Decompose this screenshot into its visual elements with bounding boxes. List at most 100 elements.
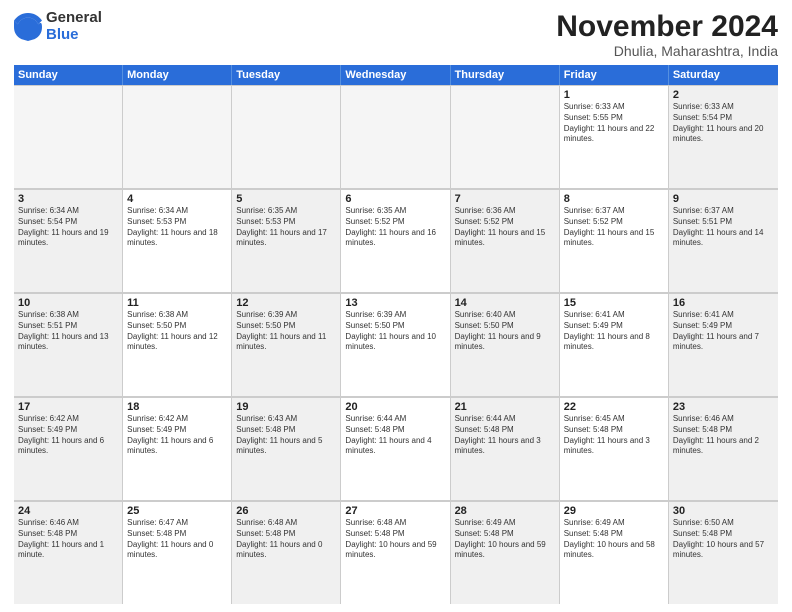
day-number: 5 [236,193,336,205]
day-header-tuesday: Tuesday [232,65,341,85]
day-info: Sunrise: 6:50 AM Sunset: 5:48 PM Dayligh… [673,518,774,561]
calendar-cell: 25Sunrise: 6:47 AM Sunset: 5:48 PM Dayli… [123,502,232,604]
logo-text: General Blue [46,10,102,43]
logo-general-text: General [46,10,102,27]
calendar-cell [451,86,560,188]
calendar-cell: 23Sunrise: 6:46 AM Sunset: 5:48 PM Dayli… [669,398,778,500]
calendar-row-3: 10Sunrise: 6:38 AM Sunset: 5:51 PM Dayli… [14,293,778,397]
calendar-row-2: 3Sunrise: 6:34 AM Sunset: 5:54 PM Daylig… [14,189,778,293]
calendar-header: SundayMondayTuesdayWednesdayThursdayFrid… [14,65,778,85]
day-info: Sunrise: 6:37 AM Sunset: 5:52 PM Dayligh… [564,206,664,249]
calendar-row-1: 1Sunrise: 6:33 AM Sunset: 5:55 PM Daylig… [14,85,778,189]
calendar-cell: 9Sunrise: 6:37 AM Sunset: 5:51 PM Daylig… [669,190,778,292]
calendar-cell: 8Sunrise: 6:37 AM Sunset: 5:52 PM Daylig… [560,190,669,292]
day-number: 7 [455,193,555,205]
calendar-cell: 24Sunrise: 6:46 AM Sunset: 5:48 PM Dayli… [14,502,123,604]
day-info: Sunrise: 6:49 AM Sunset: 5:48 PM Dayligh… [564,518,664,561]
calendar-cell: 15Sunrise: 6:41 AM Sunset: 5:49 PM Dayli… [560,294,669,396]
day-info: Sunrise: 6:48 AM Sunset: 5:48 PM Dayligh… [236,518,336,561]
day-number: 27 [345,505,445,517]
calendar-cell [341,86,450,188]
calendar-cell: 21Sunrise: 6:44 AM Sunset: 5:48 PM Dayli… [451,398,560,500]
day-number: 29 [564,505,664,517]
day-header-friday: Friday [560,65,669,85]
day-info: Sunrise: 6:45 AM Sunset: 5:48 PM Dayligh… [564,414,664,457]
day-info: Sunrise: 6:41 AM Sunset: 5:49 PM Dayligh… [673,310,774,353]
day-info: Sunrise: 6:42 AM Sunset: 5:49 PM Dayligh… [127,414,227,457]
day-number: 17 [18,401,118,413]
day-info: Sunrise: 6:46 AM Sunset: 5:48 PM Dayligh… [18,518,118,561]
day-number: 11 [127,297,227,309]
day-header-monday: Monday [123,65,232,85]
day-number: 2 [673,89,774,101]
day-number: 15 [564,297,664,309]
day-number: 28 [455,505,555,517]
day-number: 18 [127,401,227,413]
calendar-cell [14,86,123,188]
day-info: Sunrise: 6:33 AM Sunset: 5:55 PM Dayligh… [564,102,664,145]
calendar-cell: 18Sunrise: 6:42 AM Sunset: 5:49 PM Dayli… [123,398,232,500]
day-number: 8 [564,193,664,205]
calendar-cell: 11Sunrise: 6:38 AM Sunset: 5:50 PM Dayli… [123,294,232,396]
day-info: Sunrise: 6:41 AM Sunset: 5:49 PM Dayligh… [564,310,664,353]
logo: General Blue [14,10,102,43]
calendar-row-4: 17Sunrise: 6:42 AM Sunset: 5:49 PM Dayli… [14,397,778,501]
calendar-cell: 19Sunrise: 6:43 AM Sunset: 5:48 PM Dayli… [232,398,341,500]
day-number: 24 [18,505,118,517]
calendar-cell: 28Sunrise: 6:49 AM Sunset: 5:48 PM Dayli… [451,502,560,604]
calendar-cell: 27Sunrise: 6:48 AM Sunset: 5:48 PM Dayli… [341,502,450,604]
day-number: 19 [236,401,336,413]
calendar-cell: 30Sunrise: 6:50 AM Sunset: 5:48 PM Dayli… [669,502,778,604]
calendar-cell: 6Sunrise: 6:35 AM Sunset: 5:52 PM Daylig… [341,190,450,292]
day-info: Sunrise: 6:46 AM Sunset: 5:48 PM Dayligh… [673,414,774,457]
day-info: Sunrise: 6:37 AM Sunset: 5:51 PM Dayligh… [673,206,774,249]
day-header-wednesday: Wednesday [341,65,450,85]
calendar-cell: 1Sunrise: 6:33 AM Sunset: 5:55 PM Daylig… [560,86,669,188]
day-number: 16 [673,297,774,309]
day-info: Sunrise: 6:43 AM Sunset: 5:48 PM Dayligh… [236,414,336,457]
day-info: Sunrise: 6:34 AM Sunset: 5:53 PM Dayligh… [127,206,227,249]
calendar-row-5: 24Sunrise: 6:46 AM Sunset: 5:48 PM Dayli… [14,501,778,604]
day-number: 25 [127,505,227,517]
day-number: 3 [18,193,118,205]
day-info: Sunrise: 6:33 AM Sunset: 5:54 PM Dayligh… [673,102,774,145]
day-number: 13 [345,297,445,309]
day-info: Sunrise: 6:40 AM Sunset: 5:50 PM Dayligh… [455,310,555,353]
calendar-cell: 5Sunrise: 6:35 AM Sunset: 5:53 PM Daylig… [232,190,341,292]
day-number: 1 [564,89,664,101]
day-info: Sunrise: 6:36 AM Sunset: 5:52 PM Dayligh… [455,206,555,249]
day-header-saturday: Saturday [669,65,778,85]
calendar-cell: 29Sunrise: 6:49 AM Sunset: 5:48 PM Dayli… [560,502,669,604]
day-number: 14 [455,297,555,309]
calendar-cell: 13Sunrise: 6:39 AM Sunset: 5:50 PM Dayli… [341,294,450,396]
calendar-body: 1Sunrise: 6:33 AM Sunset: 5:55 PM Daylig… [14,85,778,604]
calendar: SundayMondayTuesdayWednesdayThursdayFrid… [14,65,778,604]
calendar-cell [123,86,232,188]
day-info: Sunrise: 6:38 AM Sunset: 5:50 PM Dayligh… [127,310,227,353]
day-header-thursday: Thursday [451,65,560,85]
day-number: 23 [673,401,774,413]
month-title: November 2024 [556,10,778,43]
calendar-cell: 20Sunrise: 6:44 AM Sunset: 5:48 PM Dayli… [341,398,450,500]
page-container: General Blue November 2024 Dhulia, Mahar… [0,0,792,612]
calendar-cell: 14Sunrise: 6:40 AM Sunset: 5:50 PM Dayli… [451,294,560,396]
day-number: 30 [673,505,774,517]
calendar-cell: 17Sunrise: 6:42 AM Sunset: 5:49 PM Dayli… [14,398,123,500]
day-number: 9 [673,193,774,205]
day-info: Sunrise: 6:47 AM Sunset: 5:48 PM Dayligh… [127,518,227,561]
logo-icon [14,13,42,41]
day-info: Sunrise: 6:35 AM Sunset: 5:53 PM Dayligh… [236,206,336,249]
day-info: Sunrise: 6:34 AM Sunset: 5:54 PM Dayligh… [18,206,118,249]
day-header-sunday: Sunday [14,65,123,85]
logo-blue-text: Blue [46,27,102,44]
calendar-cell: 2Sunrise: 6:33 AM Sunset: 5:54 PM Daylig… [669,86,778,188]
calendar-cell: 26Sunrise: 6:48 AM Sunset: 5:48 PM Dayli… [232,502,341,604]
day-info: Sunrise: 6:42 AM Sunset: 5:49 PM Dayligh… [18,414,118,457]
day-info: Sunrise: 6:48 AM Sunset: 5:48 PM Dayligh… [345,518,445,561]
day-number: 10 [18,297,118,309]
day-info: Sunrise: 6:38 AM Sunset: 5:51 PM Dayligh… [18,310,118,353]
day-info: Sunrise: 6:39 AM Sunset: 5:50 PM Dayligh… [345,310,445,353]
calendar-cell: 3Sunrise: 6:34 AM Sunset: 5:54 PM Daylig… [14,190,123,292]
day-info: Sunrise: 6:35 AM Sunset: 5:52 PM Dayligh… [345,206,445,249]
calendar-cell: 16Sunrise: 6:41 AM Sunset: 5:49 PM Dayli… [669,294,778,396]
